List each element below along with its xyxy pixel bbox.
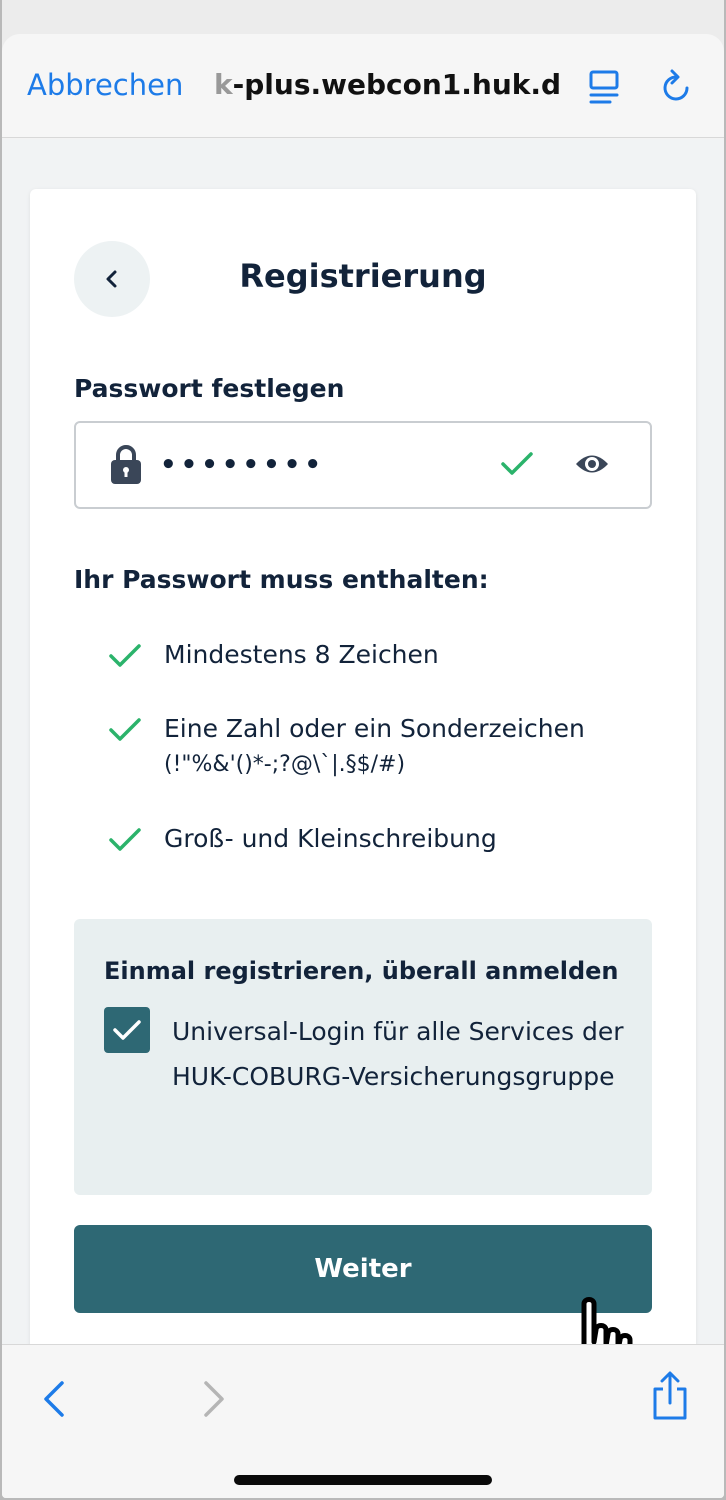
show-password-button[interactable] [572, 447, 612, 483]
requirement-text: Eine Zahl oder ein Sonderzeichen [164, 714, 585, 743]
eye-icon [576, 455, 608, 472]
url-text: -plus.webcon1.huk.de [232, 68, 559, 101]
page-title: Registrierung [239, 257, 487, 295]
registration-card: Registrierung Passwort festlegen •••••••… [30, 189, 696, 1389]
list-item: Groß- und Kleinschreibung [108, 821, 668, 857]
reader-icon[interactable] [588, 70, 620, 104]
browser-forward-button[interactable] [198, 1379, 228, 1419]
list-item: Eine Zahl oder ein Sonderzeichen (!"%&'(… [108, 711, 668, 783]
browser-sheet: Abbrechen k-plus.webcon1.huk.de Registri… [2, 34, 724, 1498]
share-button[interactable] [650, 1371, 690, 1421]
home-indicator [234, 1475, 492, 1485]
check-icon [501, 452, 533, 475]
cancel-button[interactable]: Abbrechen [27, 68, 183, 102]
chevron-left-icon [44, 1381, 64, 1417]
check-icon [109, 718, 141, 741]
requirements-heading: Ihr Passwort muss enthalten: [74, 565, 489, 594]
password-label: Passwort festlegen [74, 374, 345, 403]
list-item: Mindestens 8 Zeichen [108, 637, 668, 673]
browser-back-button[interactable] [40, 1379, 70, 1419]
requirement-text: Groß- und Kleinschreibung [164, 824, 497, 853]
chevron-right-icon [204, 1381, 224, 1417]
password-field[interactable] [74, 421, 652, 509]
check-icon [109, 828, 141, 851]
url-prefix: k [214, 68, 233, 101]
login-heading: Einmal registrieren, überall anmelden [104, 957, 619, 985]
browser-bottom-toolbar [2, 1344, 724, 1498]
page-content: Registrierung Passwort festlegen •••••••… [2, 139, 724, 1389]
universal-login-box: Einmal registrieren, überall anmelden Un… [74, 919, 652, 1195]
password-input[interactable] [160, 445, 460, 485]
requirement-detail: (!"%&'()*-;?@\`|.§$/#) [164, 752, 406, 777]
requirements-list: Mindestens 8 Zeichen Eine Zahl oder ein … [108, 637, 668, 895]
check-icon [109, 644, 141, 667]
lock-icon [111, 445, 141, 484]
url-display[interactable]: k-plus.webcon1.huk.de [214, 68, 559, 101]
requirement-text: Mindestens 8 Zeichen [164, 640, 439, 669]
reload-icon[interactable] [660, 68, 694, 104]
universal-login-label[interactable]: Universal-Login für alle Services der HU… [172, 1009, 632, 1099]
device-frame: Abbrechen k-plus.webcon1.huk.de Registri… [2, 0, 724, 1498]
checkmark-icon [113, 1020, 141, 1040]
browser-top-toolbar: Abbrechen k-plus.webcon1.huk.de [2, 34, 724, 138]
share-icon [653, 1371, 687, 1420]
universal-login-checkbox[interactable] [104, 1007, 150, 1053]
